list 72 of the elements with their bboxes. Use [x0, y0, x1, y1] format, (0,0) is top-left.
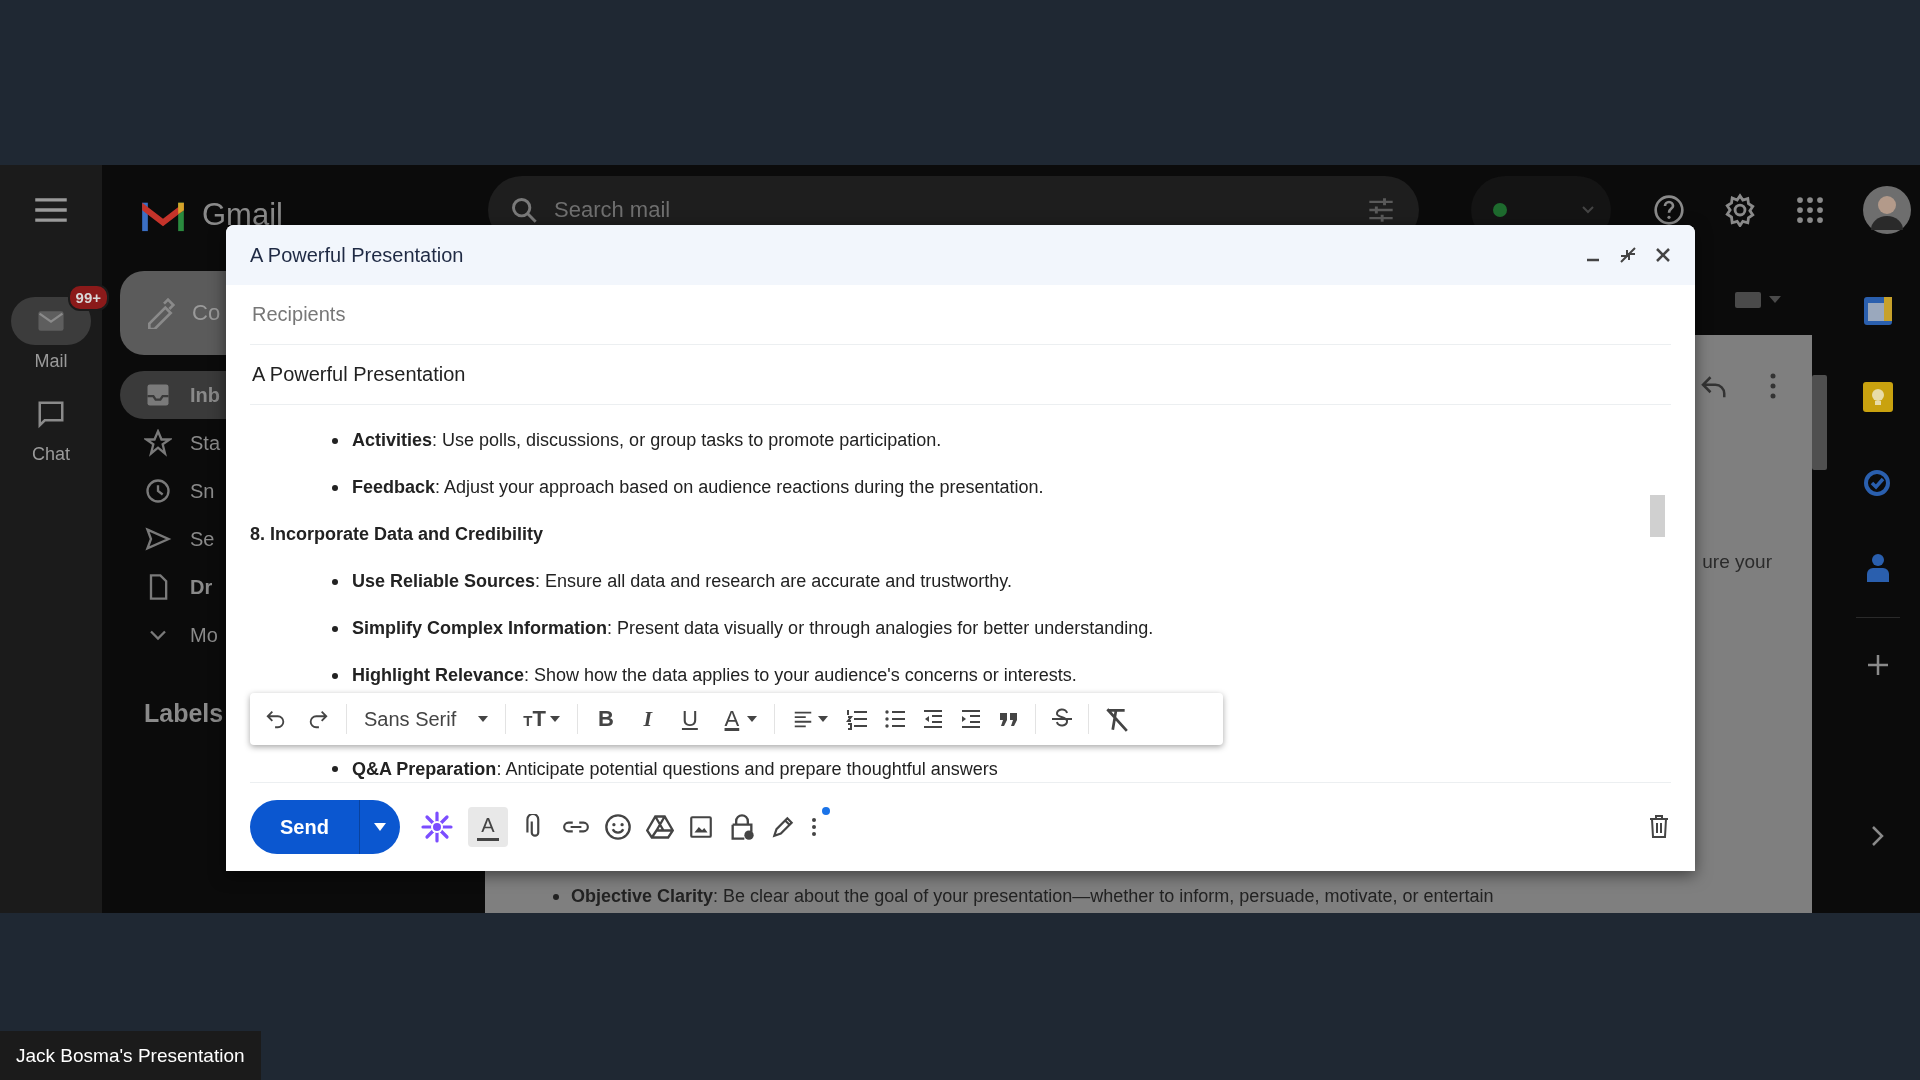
caret-icon — [1581, 205, 1595, 215]
star-icon — [144, 429, 172, 457]
labels-heading: Labels — [144, 699, 224, 728]
subject-field[interactable]: A Powerful Presentation — [250, 362, 1671, 387]
help-icon[interactable] — [1653, 194, 1685, 226]
person-icon[interactable] — [1864, 552, 1891, 582]
scrollbar-thumb[interactable] — [1650, 495, 1665, 537]
nav-item[interactable]: Sta — [120, 419, 226, 467]
sparkle-icon[interactable] — [419, 810, 454, 844]
bullet-text: Q&A Preparation: Anticipate potential questions and prepare thoughtful answers — [352, 758, 998, 780]
bullet-text: Feedback: Adjust your approach based on audience reactions during the presentation. — [352, 477, 1044, 498]
lightbulb-icon[interactable] — [1862, 382, 1893, 412]
nav-item[interactable]: Inb — [120, 371, 226, 419]
formatting-options-button[interactable]: A — [467, 807, 508, 847]
menu-icon[interactable] — [33, 195, 69, 225]
recipients-field[interactable]: Recipients — [250, 302, 1671, 327]
bold-button[interactable]: B — [591, 703, 620, 735]
close-icon[interactable] — [1655, 247, 1671, 263]
bulleted-list-icon[interactable] — [882, 707, 907, 731]
presenter-name-tag: Jack Bosma's Presentation — [0, 1031, 261, 1080]
redo-icon — [307, 708, 329, 730]
email-bullet: Objective Clarity: Be clear about the goal of your presentation—whether to inform, persuade, motivate, or entertain — [571, 886, 1494, 907]
plus-icon[interactable] — [1865, 653, 1890, 677]
size-button[interactable]: TT — [520, 703, 563, 735]
rail-item[interactable]: Chat — [0, 376, 111, 465]
font-dropdown[interactable]: Sans Serif — [361, 704, 492, 734]
status-dot-icon — [1493, 203, 1507, 217]
triangle-drive-icon[interactable] — [645, 813, 674, 841]
chat-icon — [36, 399, 66, 429]
send-icon — [144, 525, 172, 553]
nav-item[interactable]: Dr — [120, 563, 226, 611]
apps-grid-icon[interactable] — [1795, 195, 1825, 225]
more-icon[interactable] — [1768, 371, 1778, 401]
notification-dot — [821, 807, 830, 815]
rail-item[interactable]: 99+ Mail — [0, 283, 111, 372]
caret-icon — [373, 823, 386, 831]
search-icon — [510, 196, 538, 224]
app-name: Gmail — [202, 197, 283, 233]
filter-sliders-icon[interactable] — [1367, 196, 1395, 224]
caret-icon — [746, 716, 757, 722]
check-circle-icon[interactable] — [1862, 467, 1893, 497]
caret-icon — [549, 716, 560, 722]
avatar-icon[interactable] — [1863, 186, 1911, 234]
bullet-text: Highlight Relevance: Show how the data applies to your audience's concerns or interests. — [352, 665, 1077, 686]
bullet-text: Activities: Use polls, discussions, or group tasks to promote participation. — [352, 430, 942, 451]
mail-icon — [36, 309, 66, 333]
exit-fullscreen-icon[interactable] — [1619, 246, 1637, 264]
nav-item[interactable]: Mo — [120, 611, 226, 659]
image-icon[interactable] — [687, 814, 714, 840]
unread-badge: 99+ — [67, 284, 109, 311]
scrollbar-thumb[interactable] — [1812, 375, 1827, 470]
underline-button[interactable]: U — [675, 703, 704, 735]
compose-title: A Powerful Presentation — [250, 243, 465, 267]
bullet-text: Use Reliable Sources: Ensure all data and research are accurate and trustworthy. — [352, 571, 1012, 592]
numbered-list-icon[interactable] — [844, 707, 869, 731]
more-options-icon[interactable] — [809, 815, 818, 839]
send-button[interactable]: Send — [250, 800, 359, 854]
caret-icon — [817, 716, 828, 722]
italic-button[interactable]: I — [633, 703, 662, 735]
text-color-button[interactable]: A — [717, 703, 760, 735]
calendar-icon[interactable] — [1861, 295, 1894, 327]
nav-item[interactable]: Se — [120, 515, 226, 563]
trash-icon[interactable] — [1647, 814, 1671, 840]
section-heading: 8. Incorporate Data and Credibility — [250, 524, 544, 545]
bullet-text: Simplify Complex Information: Present data visually or through analogies for better understanding. — [352, 618, 1154, 639]
undo-icon — [265, 708, 287, 730]
emoji-icon[interactable] — [603, 813, 632, 841]
settings-icon[interactable] — [1723, 193, 1757, 227]
clock-icon — [144, 477, 172, 505]
email-text: ure your — [1702, 551, 1772, 573]
caret-icon — [478, 716, 489, 722]
nav-item[interactable]: Sn — [120, 467, 226, 515]
